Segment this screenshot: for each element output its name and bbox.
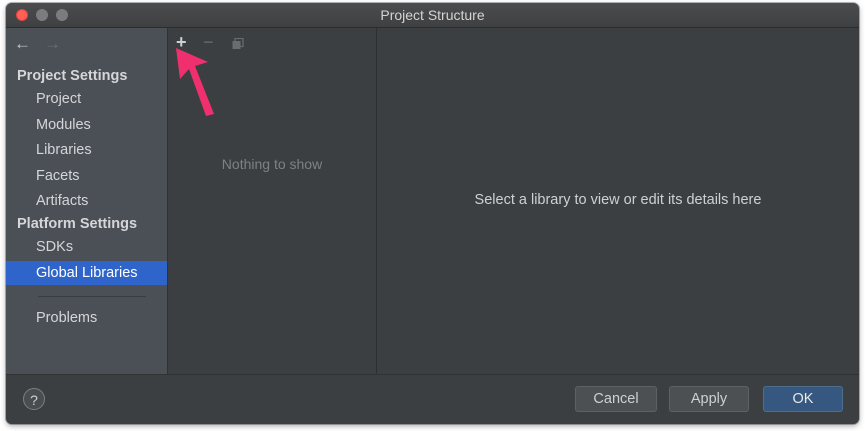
copy-icon[interactable] bbox=[232, 35, 244, 49]
sidebar-item-project[interactable]: Project bbox=[6, 87, 167, 111]
empty-list-message: Nothing to show bbox=[221, 156, 323, 172]
annotation-arrow-icon bbox=[176, 48, 214, 116]
apply-button[interactable]: Apply bbox=[669, 386, 749, 412]
section-header-project-settings: Project Settings bbox=[17, 68, 128, 84]
sidebar-item-global-libraries[interactable]: Global Libraries bbox=[6, 261, 167, 285]
cancel-button[interactable]: Cancel bbox=[575, 386, 657, 412]
detail-placeholder-text: Select a library to view or edit its det… bbox=[474, 192, 762, 208]
sidebar-item-artifacts[interactable]: Artifacts bbox=[6, 189, 167, 213]
back-arrow-icon[interactable]: ← bbox=[14, 35, 31, 52]
settings-sidebar: ← → Project Settings Project Modules Lib… bbox=[6, 28, 168, 374]
help-button[interactable]: ? bbox=[23, 388, 45, 410]
library-detail-pane: Select a library to view or edit its det… bbox=[377, 28, 859, 374]
title-bar: Project Structure bbox=[6, 3, 859, 28]
sidebar-item-problems[interactable]: Problems bbox=[6, 306, 167, 330]
section-header-platform-settings: Platform Settings bbox=[17, 216, 138, 232]
sidebar-item-sdks[interactable]: SDKs bbox=[6, 235, 167, 259]
forward-arrow-icon[interactable]: → bbox=[44, 35, 61, 52]
ok-button[interactable]: OK bbox=[763, 386, 843, 412]
sidebar-item-libraries[interactable]: Libraries bbox=[6, 138, 167, 162]
sidebar-item-modules[interactable]: Modules bbox=[6, 113, 167, 137]
project-structure-dialog: Project Structure ← → Project Settings P… bbox=[6, 3, 859, 424]
sidebar-item-facets[interactable]: Facets bbox=[6, 164, 167, 188]
window-title: Project Structure bbox=[380, 7, 485, 23]
sidebar-divider bbox=[38, 296, 146, 297]
dialog-footer: ? Cancel Apply OK bbox=[6, 374, 859, 424]
